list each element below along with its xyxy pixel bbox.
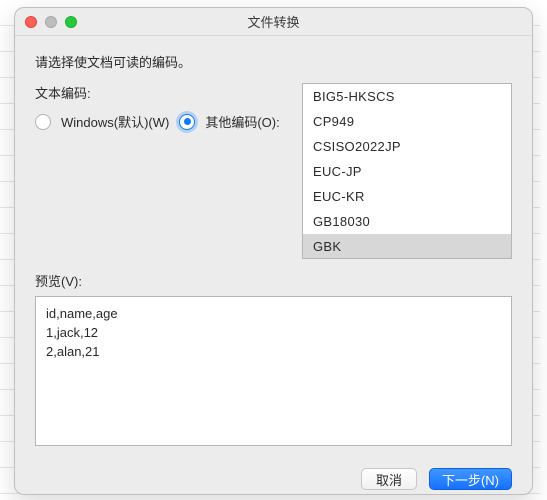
list-item[interactable]: GB18030 [303,209,511,234]
list-item[interactable]: EUC-JP [303,159,511,184]
cancel-button[interactable]: 取消 [361,468,417,490]
zoom-icon[interactable] [65,16,77,28]
minimize-icon [45,16,57,28]
list-item[interactable]: BIG5-HKSCS [303,84,511,109]
radio-windows-default[interactable] [35,114,51,130]
encoding-listbox[interactable]: BIG5-HKSCS CP949 CSISO2022JP EUC-JP EUC-… [302,83,512,259]
dialog-content: 请选择使文档可读的编码。 文本编码: Windows(默认)(W) 其他编码(O… [15,36,532,495]
radio-other-label[interactable]: 其他编码(O): [205,112,279,131]
instruction-text: 请选择使文档可读的编码。 [35,52,512,71]
right-margin [540,0,547,500]
list-item[interactable]: CSISO2022JP [303,134,511,159]
encoding-section-label: 文本编码: [35,83,280,102]
titlebar: 文件转换 [15,8,532,36]
close-icon[interactable] [25,16,37,28]
radio-other-encoding[interactable] [179,114,195,130]
preview-box: id,name,age 1,jack,12 2,alan,21 [35,296,512,446]
list-item[interactable]: EUC-KR [303,184,511,209]
window-title: 文件转换 [25,12,522,31]
window-controls [25,16,77,28]
dialog-footer: 取消 下一步(N) [35,468,512,490]
radio-windows-label[interactable]: Windows(默认)(W) [61,112,169,131]
next-button[interactable]: 下一步(N) [429,468,512,490]
file-convert-dialog: 文件转换 请选择使文档可读的编码。 文本编码: Windows(默认)(W) 其… [14,7,533,495]
list-item[interactable]: CP949 [303,109,511,134]
preview-label: 预览(V): [35,271,512,290]
list-item[interactable]: GBK [303,234,511,259]
